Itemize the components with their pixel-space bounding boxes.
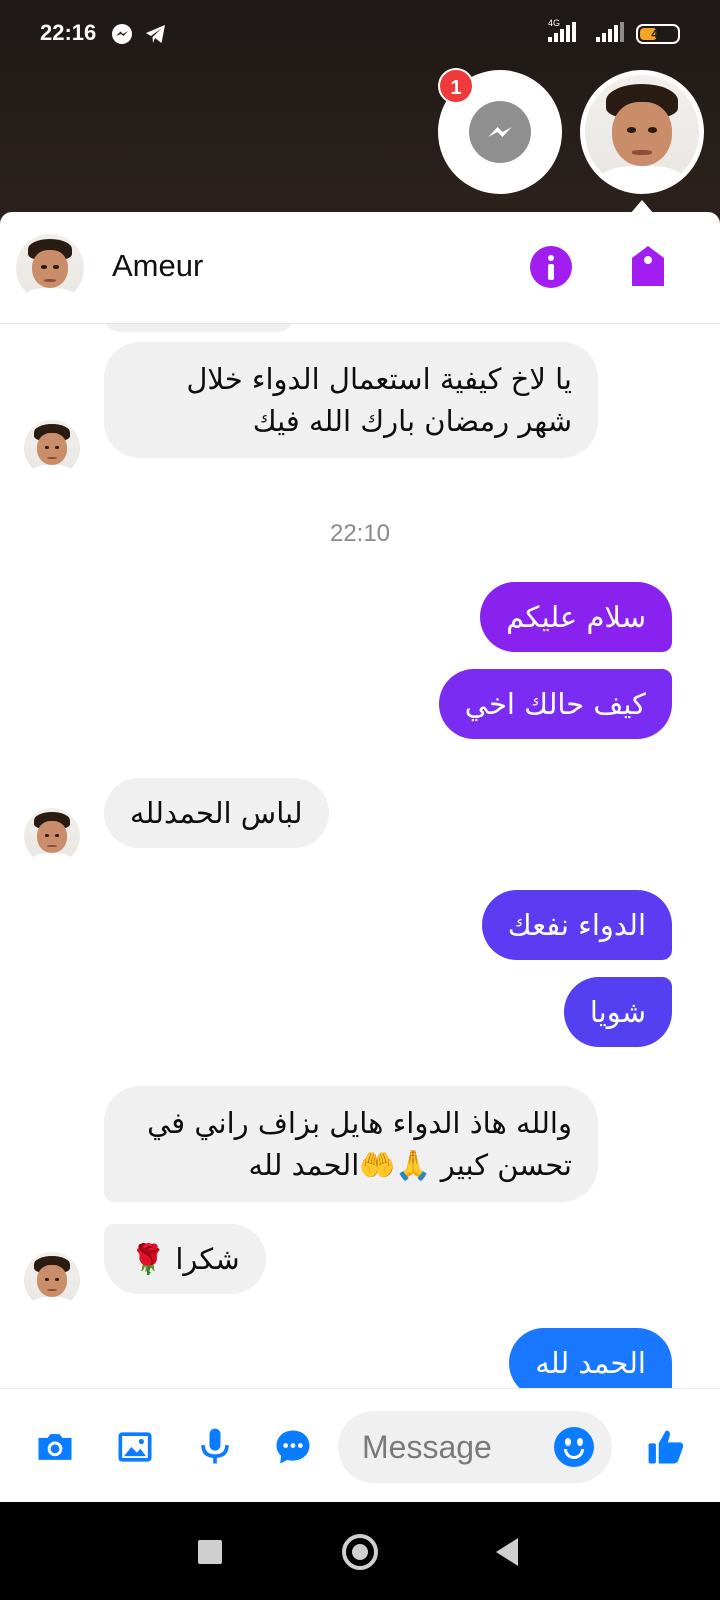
contact-name[interactable]: Ameur — [112, 248, 203, 284]
telegram-icon — [146, 25, 165, 43]
battery-level: 46 — [651, 27, 665, 41]
message-list[interactable]: يا لاخ كيفية استعمال الدواء خلال شهر رمض… — [0, 324, 720, 1388]
message-bubble-incoming[interactable]: يا لاخ كيفية استعمال الدواء خلال شهر رمض… — [104, 342, 598, 459]
message-bubble-outgoing[interactable]: كيف حالك اخي — [438, 669, 672, 740]
status-bar: 22:16 4G 46 — [0, 0, 720, 70]
chat-header: Ameur — [0, 212, 720, 324]
emoji-icon[interactable] — [554, 1427, 594, 1467]
avatar — [585, 75, 699, 189]
battery-icon: 46 — [636, 24, 680, 44]
status-time: 22:16 — [40, 20, 97, 45]
gallery-icon[interactable] — [113, 1425, 157, 1469]
camera-icon[interactable] — [33, 1425, 77, 1469]
message-bubble-outgoing[interactable]: شويا — [563, 977, 672, 1048]
tag-icon[interactable] — [630, 244, 666, 288]
message-timestamp: 22:10 — [329, 520, 391, 547]
chat-panel: Ameur يا لاخ كيفية استعمال الدواء خلال ش… — [0, 212, 720, 1502]
navigation-bar — [0, 1502, 720, 1600]
contact-chat-head[interactable] — [580, 70, 704, 194]
microphone-icon[interactable] — [193, 1425, 237, 1469]
message-bubble-incoming[interactable]: لباس الحمدلله — [104, 778, 329, 849]
messenger-logo-icon — [469, 101, 531, 163]
back-button[interactable] — [496, 1538, 518, 1566]
message-bubble-outgoing[interactable]: الحمد لله — [509, 1328, 672, 1388]
thumbs-up-icon[interactable] — [644, 1425, 688, 1469]
sender-avatar — [24, 420, 80, 476]
composer-bar — [0, 1388, 720, 1502]
contact-avatar[interactable] — [16, 234, 84, 302]
sender-avatar — [24, 1252, 80, 1308]
signal-icon — [548, 22, 576, 42]
message-bubble-incoming[interactable]: شكرا 🌹 — [104, 1224, 266, 1295]
recent-apps-button[interactable] — [198, 1540, 222, 1564]
chat-icon[interactable] — [271, 1425, 315, 1469]
info-icon[interactable] — [530, 246, 572, 288]
unread-badge: 1 — [438, 68, 474, 104]
message-bubble-outgoing[interactable]: سلام عليكم — [480, 582, 672, 653]
home-button[interactable] — [342, 1534, 378, 1570]
messenger-icon — [112, 24, 132, 44]
message-bubble-outgoing[interactable]: الدواء نفعك — [481, 890, 672, 961]
previous-message-bubble — [104, 324, 294, 332]
message-bubble-incoming[interactable]: والله هاذ الدواء هايل بزاف راني في تحسن … — [104, 1086, 598, 1203]
signal-icon-2 — [596, 22, 624, 42]
sender-avatar — [24, 808, 80, 864]
